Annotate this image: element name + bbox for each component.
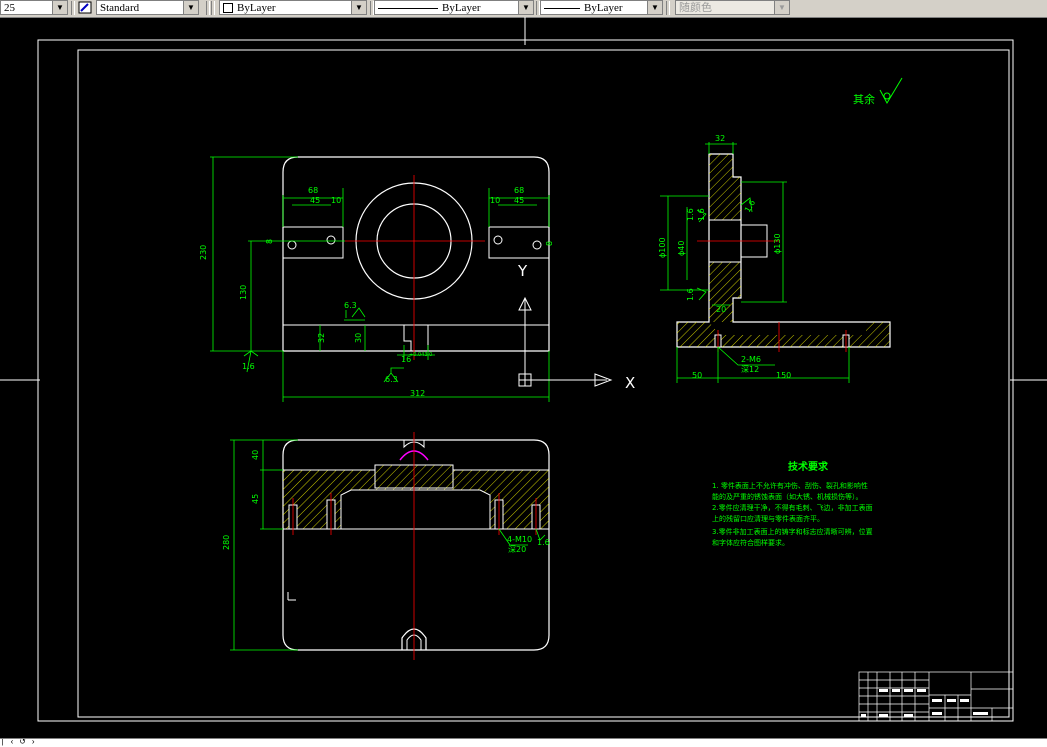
textstyle-value: Standard [100,2,140,14]
svg-text:ϕ40: ϕ40 [677,241,686,256]
dimscale-combo[interactable]: 25 ▼ [0,0,68,15]
svg-text:40: 40 [251,450,260,460]
svg-text:150: 150 [776,371,791,380]
svg-text:1.6: 1.6 [743,198,757,214]
chevron-down-icon[interactable]: ▼ [518,1,533,14]
chevron-down-icon[interactable]: ▼ [351,1,366,14]
plotstyle-combo: 随颜色 ▼ [675,0,790,15]
lineweight-value: ByLayer [584,2,623,14]
svg-text:深20: 深20 [508,545,526,554]
svg-text:312: 312 [410,389,425,398]
text-style-icon[interactable] [78,1,92,14]
tech-req-line-6: 和字体应符合图样要求。 [712,538,789,547]
lineweight-sample [544,7,580,9]
svg-text:6.3: 6.3 [344,301,357,310]
linetype-combo[interactable]: ByLayer ▼ [374,0,534,15]
roughness-symbol-icon [879,77,903,105]
technical-requirements: 技术要求 1. 零件表面上不允许有冲伤、刮伤、裂孔和影响性 能的及严重的锈蚀表面… [712,460,873,547]
drawing-canvas[interactable]: 其余 68 45 10 68 10 45 230 130 312 32 30 1… [0,17,1047,738]
svg-text:45: 45 [251,494,260,504]
svg-text:ϕ130: ϕ130 [773,233,782,254]
tech-req-line-1: 1. 零件表面上不允许有冲伤、刮伤、裂孔和影响性 [712,481,868,490]
axis-y-label: Y [517,262,528,280]
svg-text:130: 130 [239,285,248,300]
linetype-value: ByLayer [442,2,481,14]
plotstyle-value: 随颜色 [679,2,712,14]
dimscale-value: 25 [4,2,15,14]
side-view [676,153,891,352]
svg-text:20: 20 [716,305,726,314]
svg-text:1.6: 1.6 [686,288,695,301]
toolbar-separator [211,1,215,15]
svg-text:45: 45 [514,196,524,205]
svg-text:ϕ100: ϕ100 [658,237,667,258]
color-swatch-icon [223,3,233,14]
chevron-down-icon: ▼ [774,1,789,14]
svg-text:10: 10 [490,196,500,205]
properties-toolbar: 25 ▼ Standard ▼ ByLayer ▼ ByLayer ▼ ByLa… [0,0,1047,18]
svg-text:6.3: 6.3 [385,375,398,384]
tech-req-line-2: 能的及严重的锈蚀表面（如大锈、机械损伤等）。 [712,492,863,501]
chevron-down-icon[interactable]: ▼ [647,1,662,14]
svg-text:1.6: 1.6 [686,208,695,221]
front-view [282,156,550,360]
linetype-sample [378,7,438,9]
svg-text:45: 45 [310,196,320,205]
chevron-down-icon[interactable]: ▼ [183,1,198,14]
tech-req-line-5: 3.零件非加工表面上的铸字和标志应清晰可辨，位置 [712,527,873,536]
svg-text:8: 8 [545,241,554,246]
front-view-dimension-text: 68 45 10 68 10 45 230 130 312 32 30 16 +… [199,186,554,398]
svg-text:1.6: 1.6 [242,362,255,371]
tech-req-title: 技术要求 [788,460,829,473]
title-block-fills [861,689,988,717]
inner-border [77,49,1010,718]
ucs-axis-icon [518,296,613,387]
svg-text:30: 30 [354,333,363,343]
svg-text:4-M10: 4-M10 [507,535,532,544]
svg-text:10: 10 [331,196,341,205]
svg-text:50: 50 [692,371,702,380]
svg-text:230: 230 [199,245,208,260]
svg-text:深12: 深12 [741,365,759,374]
svg-text:280: 280 [222,535,231,550]
svg-text:68: 68 [514,186,524,195]
svg-text:8: 8 [265,239,274,244]
layer-value: ByLayer [237,2,276,14]
tech-req-line-4: 上的残留口应清理与零件表面齐平。 [712,514,824,523]
lineweight-combo[interactable]: ByLayer ▼ [540,0,663,15]
textstyle-combo[interactable]: Standard ▼ [96,0,199,15]
svg-text:+0.043 0: +0.043 0 [409,352,432,358]
layer-combo[interactable]: ByLayer ▼ [219,0,367,15]
toolbar-separator [206,1,210,15]
svg-text:2-M6: 2-M6 [741,355,761,364]
svg-text:1.6: 1.6 [537,538,550,547]
toolbar-separator [71,1,75,15]
chevron-down-icon[interactable]: ▼ [52,1,67,14]
roughness-circle-icon [883,92,891,100]
svg-text:1.6: 1.6 [697,208,706,221]
toolbar-separator [666,1,670,15]
svg-text:32: 32 [317,333,326,343]
axis-x-label: X [625,374,635,392]
roughness-note: 其余 [853,92,875,106]
svg-text:68: 68 [308,186,318,195]
tech-req-line-3: 2.零件应清理干净，不得有毛刺、飞边，非加工表面 [712,503,873,512]
svg-text:32: 32 [715,134,725,143]
